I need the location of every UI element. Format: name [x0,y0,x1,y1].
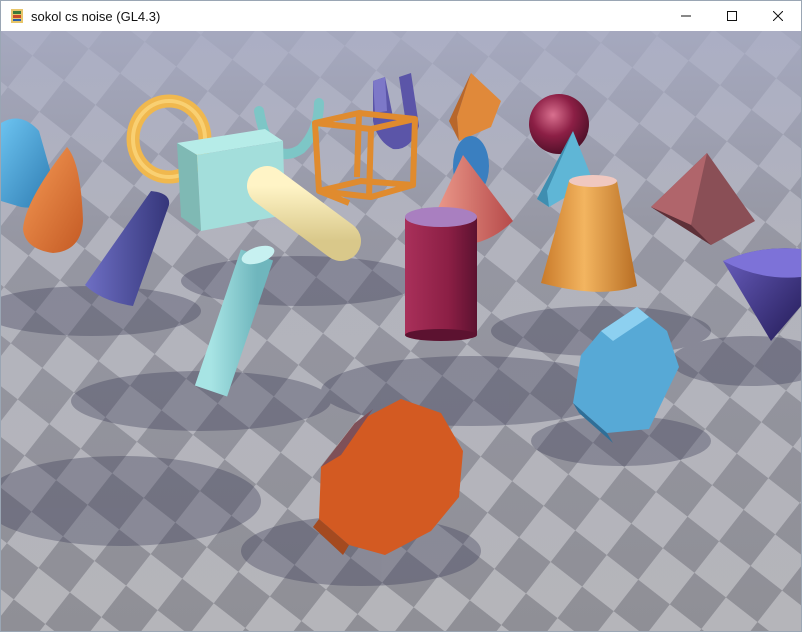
close-button[interactable] [755,1,801,31]
render-viewport[interactable] [1,31,801,631]
title-bar[interactable]: sokol cs noise (GL4.3) [1,1,801,31]
minimize-icon [681,15,691,17]
scene-canvas [1,31,801,631]
maximize-button[interactable] [709,1,755,31]
window-controls [663,1,801,31]
cylinder-shape [405,207,477,341]
app-icon [11,9,23,23]
minimize-button[interactable] [663,1,709,31]
app-window: sokol cs noise (GL4.3) [0,0,802,632]
close-icon [773,11,783,21]
window-title: sokol cs noise (GL4.3) [31,8,161,24]
maximize-icon [727,11,737,21]
sphere-shape [529,94,589,154]
